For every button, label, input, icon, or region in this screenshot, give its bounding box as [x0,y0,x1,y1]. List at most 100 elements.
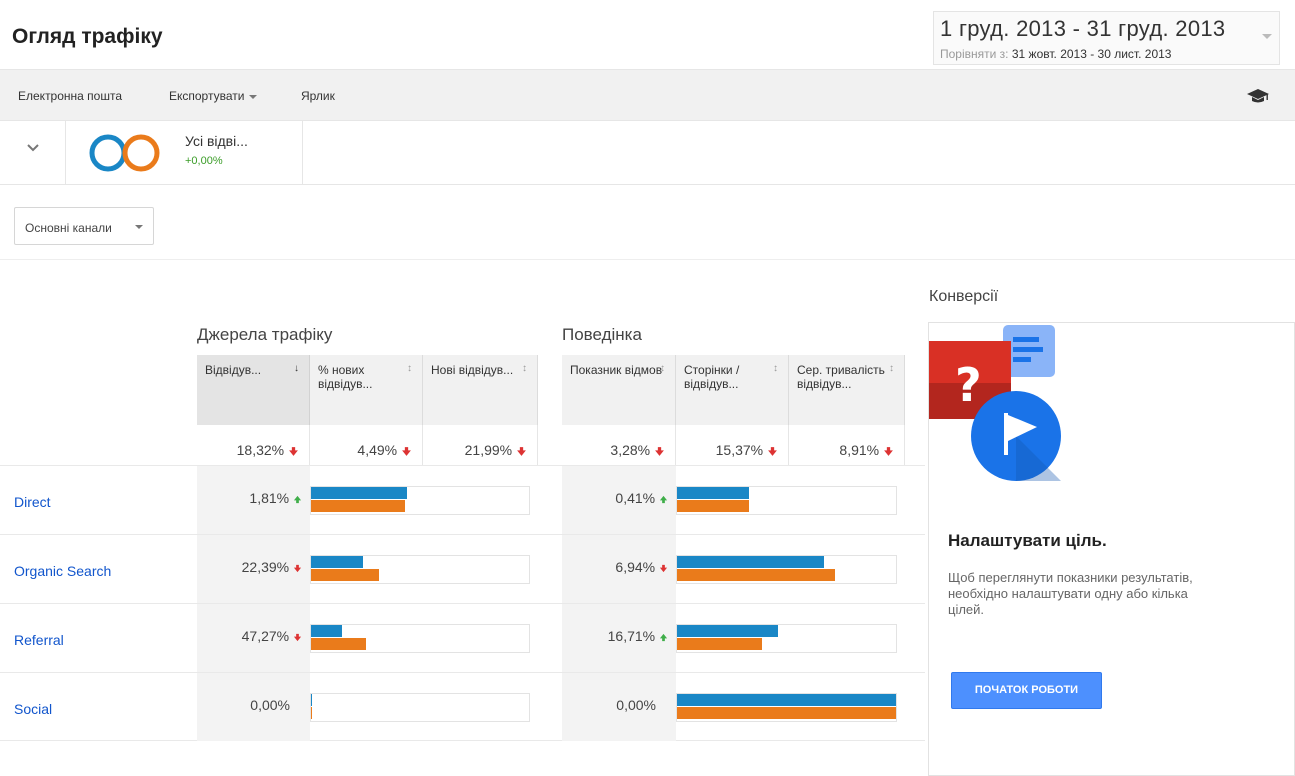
bounce-cell: 0,00% [562,673,676,741]
column-header-new-visits[interactable]: Нові відвідув... ↕ [423,355,538,425]
bar-previous-period [677,569,835,581]
bounce-cell: 0,41% [562,466,676,534]
total-pct-value: 18,32% [236,442,285,458]
bounce-cell: 16,71% [562,604,676,672]
table-row: Organic Search 22,39% 6,94% [0,534,925,603]
bar-current-period [677,556,824,568]
date-range-label[interactable]: 1 груд. 2013 - 31 груд. 2013 [940,16,1225,42]
visits-cell: 22,39% [197,535,310,603]
sort-icon: ↕ [522,363,527,374]
total-pct-new-visits: 21,99% [423,425,538,465]
report-toolbar: Електронна пошта Експортувати Ярлик [0,69,1295,121]
segment-bar: Усі відві... +0,00% [0,121,1295,185]
bounce-pct: 0,00% [616,697,656,713]
segment-circles-icon [89,134,160,172]
column-header-avg-duration[interactable]: Сер. тривалість відвідув... ↕ [789,355,905,425]
trend-down-icon [516,442,527,458]
total-pct-value: 15,37% [715,442,764,458]
chevron-down-icon[interactable] [1262,34,1272,39]
visits-pct: 1,81% [249,490,302,506]
visits-bar-track [310,624,530,653]
pages-bar-track [676,555,897,584]
bounce-pct: 6,94% [615,559,668,575]
pct-value: 22,39% [241,559,290,575]
column-label: Нові відвідув... [431,363,514,377]
pages-bar-track [676,693,897,722]
trend-up-icon [293,490,302,506]
pct-value: 0,00% [250,697,290,713]
bar-current-period [311,694,313,706]
column-label: Сторінки / відвідув... [684,363,740,391]
column-header-visits[interactable]: Відвідув... ↓ [197,355,310,425]
column-header-pages-per-visit[interactable]: Сторінки / відвідув... ↕ [676,355,789,425]
pct-value: 6,94% [615,559,656,575]
segment-card[interactable]: Усі відві... +0,00% [66,121,303,184]
channel-link[interactable]: Organic Search [14,563,111,579]
conversions-description: Щоб переглянути показники результатів, н… [948,570,1193,617]
table-row: Referral 47,27% 16,71% [0,603,925,672]
bounce-cell: 6,94% [562,535,676,603]
total-pct-value: 21,99% [464,442,513,458]
trend-down-icon [654,442,665,458]
column-label: Відвідув... [205,363,262,377]
bar-previous-period [311,500,405,512]
bar-previous-period [311,707,313,719]
visits-pct: 22,39% [242,559,302,575]
channel-link[interactable]: Social [14,701,52,717]
trend-down-icon [659,559,668,575]
bar-previous-period [677,500,750,512]
table-row: Social 0,00% 0,00% [0,672,925,741]
bar-current-period [311,487,407,499]
compare-label: Порівняти з: [940,47,1009,61]
trend-down-icon [883,442,894,458]
email-button[interactable]: Електронна пошта [18,89,122,103]
bar-current-period [677,625,778,637]
bar-previous-period [311,569,379,581]
segment-name: Усі відві... [185,133,248,149]
visits-cell: 0,00% [197,673,310,741]
date-range-picker[interactable]: 1 груд. 2013 - 31 груд. 2013 Порівняти з… [933,11,1280,65]
trend-down-icon [293,628,302,644]
chevron-down-icon [27,144,39,152]
visits-bar-track [310,693,530,722]
title-bar: Огляд трафіку 1 груд. 2013 - 31 груд. 20… [0,0,1295,69]
visits-bar-track [310,486,530,515]
segment-toggle[interactable] [0,121,66,184]
column-label: % нових відвідув... [318,363,373,391]
pct-value: 47,27% [241,628,290,644]
pages-bar-track [676,486,897,515]
table-row: Direct 1,81% 0,41% [0,465,925,534]
visits-cell: 1,81% [197,466,310,534]
bounce-pct: 16,71% [608,628,668,644]
conversions-panel: ? Налаштувати ціль. Щоб переглянути пока… [928,322,1295,776]
trend-down-icon [767,442,778,458]
visits-bar-track [310,555,530,584]
pct-value: 0,00% [616,697,656,713]
compare-range: 31 жовт. 2013 - 30 лист. 2013 [1011,47,1172,61]
shortcut-button[interactable]: Ярлик [301,89,335,103]
column-header-bounce-rate[interactable]: Показник відмов ↕ [562,355,676,425]
trend-down-icon [288,442,299,458]
channel-link[interactable]: Direct [14,494,51,510]
bar-current-period [311,625,342,637]
total-pct-visits: 18,32% [197,425,310,465]
bar-current-period [311,556,364,568]
date-compare-line: Порівняти з: 31 жовт. 2013 - 30 лист. 20… [940,47,1171,61]
total-pct-pages-per-visit: 15,37% [676,425,789,465]
visits-pct: 47,27% [242,628,302,644]
conversions-title: Конверсії [929,288,999,305]
export-menu[interactable]: Експортувати [169,89,258,103]
channel-grouping-dropdown[interactable]: Основні канали [14,207,154,245]
bar-current-period [677,487,750,499]
sort-icon: ↕ [407,363,412,374]
visits-pct: 0,00% [250,697,290,713]
get-started-button[interactable]: ПОЧАТОК РОБОТИ [951,672,1102,709]
column-label: Показник відмов [570,363,663,377]
svg-text:?: ? [955,358,982,412]
trend-up-icon [659,628,668,644]
sort-icon: ↕ [889,363,894,374]
bar-previous-period [311,638,366,650]
channel-link[interactable]: Referral [14,632,64,648]
graduation-cap-icon[interactable] [1246,88,1270,104]
column-header-new-visits-pct[interactable]: % нових відвідув... ↕ [310,355,423,425]
